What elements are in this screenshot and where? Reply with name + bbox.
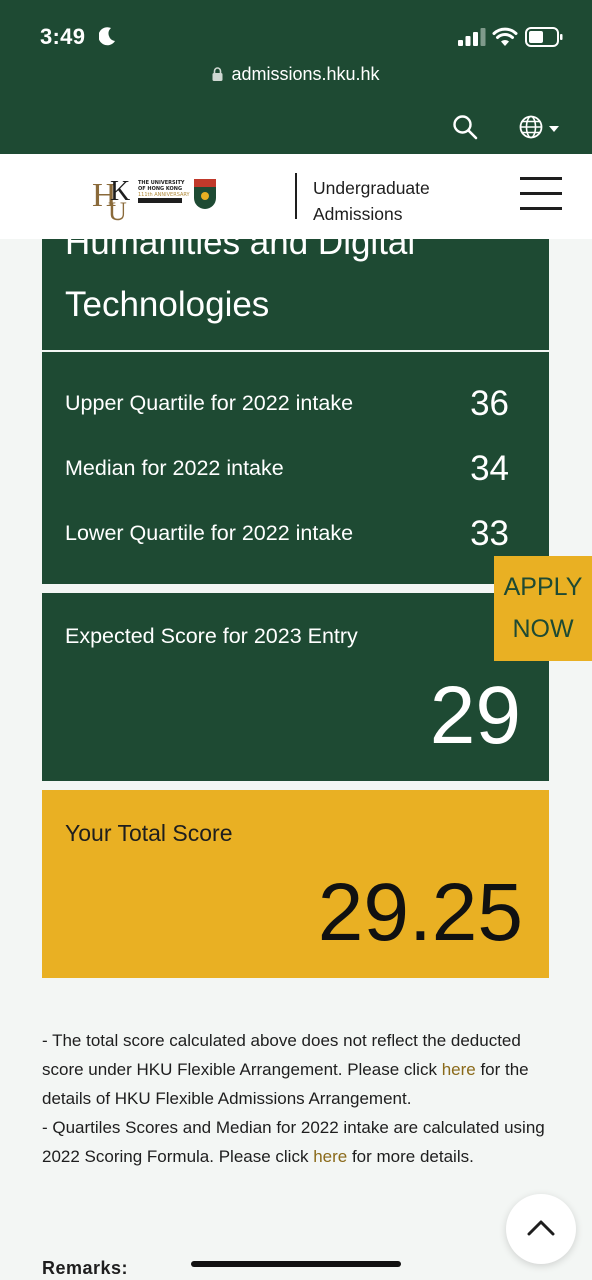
total-score-panel: Your Total Score 29.25 xyxy=(42,790,549,978)
median-value: 34 xyxy=(470,449,509,488)
upper-quartile-label: Upper Quartile for 2022 intake xyxy=(65,391,354,415)
moon-icon xyxy=(99,27,115,46)
status-time: 3:49 xyxy=(40,24,86,49)
apply-now-line2: NOW xyxy=(512,615,574,643)
site-title-line1: Undergraduate xyxy=(313,178,430,198)
programme-title-line1: Humanities and Digital xyxy=(65,239,416,262)
language-globe-icon[interactable] xyxy=(519,115,543,139)
hamburger-menu-icon[interactable] xyxy=(520,177,562,211)
search-icon[interactable] xyxy=(452,114,478,140)
total-score-label: Your Total Score xyxy=(65,820,233,846)
remarks-heading: Remarks: xyxy=(42,1258,129,1278)
scoring-formula-link[interactable]: here xyxy=(313,1147,347,1166)
note-flexible-arrangement: - The total score calculated above does … xyxy=(42,1026,552,1113)
lower-quartile-label: Lower Quartile for 2022 intake xyxy=(65,521,354,545)
site-title[interactable]: Undergraduate Admissions xyxy=(313,175,473,227)
chevron-up-icon xyxy=(527,1220,555,1236)
note-scoring-formula: - Quartiles Scores and Median for 2022 i… xyxy=(42,1113,552,1171)
svg-text:U: U xyxy=(108,197,127,222)
home-indicator[interactable] xyxy=(191,1261,401,1267)
programme-title-panel: Humanities and Digital Technologies xyxy=(42,239,549,350)
note2-text-b: for more details. xyxy=(347,1147,474,1166)
chevron-down-icon[interactable] xyxy=(549,126,559,132)
hku-logo[interactable]: H K U THE UNIVERSITY OF HONG KONG 111th … xyxy=(90,170,220,222)
expected-score-panel: Expected Score for 2023 Entry 29 xyxy=(42,593,549,781)
expected-score-label: Expected Score for 2023 Entry xyxy=(65,624,358,648)
site-title-line2: Admissions xyxy=(313,204,403,224)
address-bar[interactable]: admissions.hku.hk xyxy=(0,64,592,85)
browser-top-bar: 3:49 admissions.hku.hk xyxy=(0,0,592,154)
total-score-value: 29.25 xyxy=(317,867,523,958)
battery-icon xyxy=(525,27,563,47)
notes-section: - The total score calculated above does … xyxy=(42,1026,552,1171)
quartiles-panel: Upper Quartile for 2022 intake 36 Median… xyxy=(42,352,549,584)
wifi-icon xyxy=(492,27,518,46)
apply-now-line1: APPLY xyxy=(503,573,583,601)
programme-title-line2: Technologies xyxy=(65,285,270,324)
flexible-arrangement-link[interactable]: here xyxy=(442,1060,476,1079)
expected-score-value: 29 xyxy=(429,670,521,761)
lower-quartile-value: 33 xyxy=(470,514,509,553)
cellular-signal-icon xyxy=(458,28,486,46)
programme-title: Humanities and Digital Technologies xyxy=(65,239,415,336)
svg-text:111th ANNIVERSARY: 111th ANNIVERSARY xyxy=(138,192,191,198)
apply-now-button[interactable]: APPLY NOW xyxy=(494,556,592,661)
lock-icon xyxy=(212,67,223,81)
header-divider xyxy=(295,173,297,219)
scroll-to-top-button[interactable] xyxy=(506,1194,576,1264)
url-text: admissions.hku.hk xyxy=(231,64,380,84)
median-label: Median for 2022 intake xyxy=(65,456,284,480)
upper-quartile-value: 36 xyxy=(470,384,509,423)
